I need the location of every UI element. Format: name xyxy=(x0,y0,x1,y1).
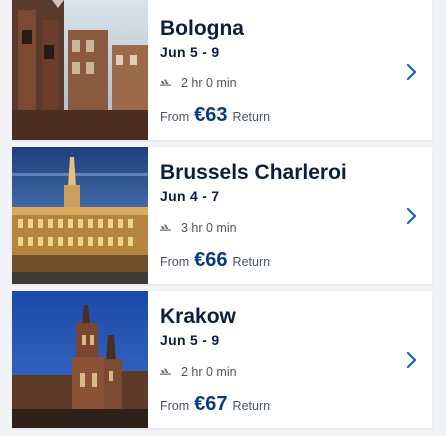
plane-icon xyxy=(160,368,171,375)
flight-duration: 2 hr 0 min xyxy=(160,76,237,90)
price-prefix: From xyxy=(160,110,190,124)
destination-card-bologna[interactable]: Bologna Jun 5 - 9 2 hr 0 min From €63 Re… xyxy=(12,0,432,140)
chevron-right-icon[interactable] xyxy=(406,351,418,369)
flight-duration-text: 2 hr 0 min xyxy=(181,365,237,379)
destination-photo xyxy=(12,291,148,428)
trip-dates: Jun 5 - 9 xyxy=(160,44,220,60)
plane-icon xyxy=(160,224,171,231)
price-row: From €67 Return xyxy=(160,393,270,416)
flight-duration: 2 hr 0 min xyxy=(160,365,237,379)
destination-photo xyxy=(12,0,148,140)
price-prefix: From xyxy=(160,399,190,413)
price-value: €66 xyxy=(194,249,228,271)
flight-duration-text: 3 hr 0 min xyxy=(181,221,237,235)
destination-info: Krakow Jun 5 - 9 2 hr 0 min From €67 Ret… xyxy=(160,291,392,428)
chevron-right-icon[interactable] xyxy=(406,63,418,81)
price-row: From €63 Return xyxy=(160,104,270,127)
price-row: From €66 Return xyxy=(160,249,270,272)
destination-info: Bologna Jun 5 - 9 2 hr 0 min From €63 Re… xyxy=(160,0,392,140)
price-value: €67 xyxy=(194,393,228,415)
price-value: €63 xyxy=(194,104,228,126)
destination-city: Brussels Charleroi xyxy=(160,161,347,184)
chevron-right-icon[interactable] xyxy=(406,207,418,225)
destination-info: Brussels Charleroi Jun 4 - 7 3 hr 0 min … xyxy=(160,147,392,284)
trip-dates: Jun 5 - 9 xyxy=(160,332,220,348)
price-suffix: Return xyxy=(232,110,271,124)
destination-photo xyxy=(12,147,148,284)
destination-city: Krakow xyxy=(160,305,236,328)
plane-icon xyxy=(160,79,171,86)
destination-city: Bologna xyxy=(160,17,244,40)
destination-card-brussels-charleroi[interactable]: Brussels Charleroi Jun 4 - 7 3 hr 0 min … xyxy=(12,147,432,284)
destination-list: Bologna Jun 5 - 9 2 hr 0 min From €63 Re… xyxy=(0,0,446,436)
flight-duration-text: 2 hr 0 min xyxy=(181,76,237,90)
flight-duration: 3 hr 0 min xyxy=(160,221,237,235)
destination-card-krakow[interactable]: Krakow Jun 5 - 9 2 hr 0 min From €67 Ret… xyxy=(12,291,432,428)
price-prefix: From xyxy=(160,255,190,269)
price-suffix: Return xyxy=(232,399,271,413)
price-suffix: Return xyxy=(232,255,271,269)
trip-dates: Jun 4 - 7 xyxy=(160,188,220,204)
